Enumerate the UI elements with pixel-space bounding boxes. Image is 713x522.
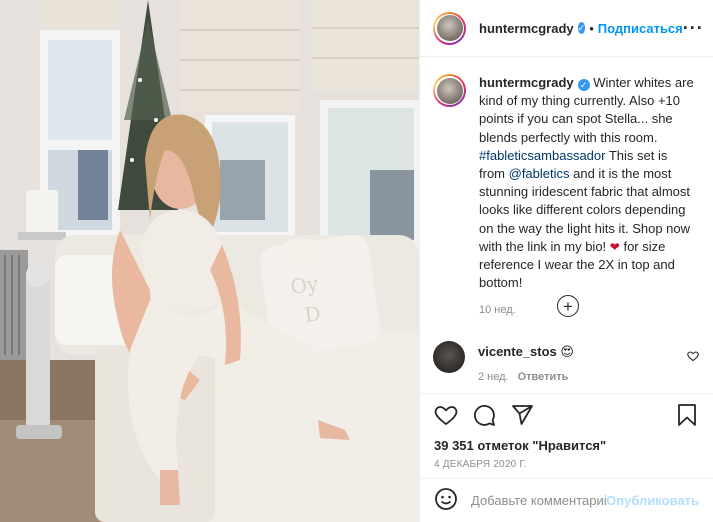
post-image: Oy D [0,0,419,522]
post-comment-button[interactable]: Опубликовать [606,493,699,508]
caption-time[interactable]: 10 нед. [479,304,699,316]
hashtag-link[interactable]: #fableticsambassador [479,148,605,163]
author-username[interactable]: huntermcgrady [479,21,574,36]
post-photo[interactable]: Oy D [0,0,419,522]
mention-link[interactable]: @fabletics [509,166,570,181]
author-avatar[interactable] [433,11,466,45]
comment-time[interactable]: 2 нед. [478,371,509,383]
smiley-icon[interactable] [434,487,458,514]
reply-button[interactable]: Ответить [518,371,569,383]
commenter-username[interactable]: vicente_stos [478,344,557,359]
avatar-image [436,15,463,41]
comment-icon[interactable] [472,403,496,427]
comment-text: 😍 [560,344,574,359]
likes-count[interactable]: 39 351 отметок "Нравится" [434,438,699,453]
comment-like-heart-icon[interactable] [687,350,699,365]
more-options-icon[interactable]: ··· [683,18,704,39]
caption: huntermcgrady ✓ Winter whites are kind of… [433,74,699,292]
post-header: huntermcgrady ✓ • Подписаться ··· [420,0,713,57]
post-actions: 39 351 отметок "Нравится" 4 ДЕКАБРЯ 2020… [420,393,713,473]
add-comment-bar: Опубликовать [420,478,713,522]
separator-dot: • [589,20,594,36]
commenter-avatar[interactable] [433,341,465,373]
caption-username[interactable]: huntermcgrady [479,75,574,90]
comment-input[interactable] [471,493,607,508]
red-heart-emoji-icon: ❤ [609,239,620,254]
post-side-panel: huntermcgrady ✓ • Подписаться ··· hunter… [419,0,713,522]
verified-badge-icon: ✓ [577,79,590,92]
svg-text:Oy: Oy [289,271,320,299]
heart-icon[interactable] [434,403,458,427]
share-icon[interactable] [510,403,534,427]
post-date: 4 ДЕКАБРЯ 2020 Г. [434,459,527,470]
plus-circle-icon[interactable]: + [557,295,579,317]
avatar-image [436,77,463,104]
svg-text:D: D [303,301,322,327]
caption-text: huntermcgrady ✓ Winter whites are kind of… [479,74,694,292]
bookmark-icon[interactable] [675,403,699,427]
comment-item: vicente_stos 😍 2 нед. Ответить [433,341,699,383]
caption-avatar[interactable] [433,74,466,107]
verified-badge-icon: ✓ [577,22,586,34]
comments-section: huntermcgrady ✓ Winter whites are kind of… [420,58,713,393]
follow-button[interactable]: Подписаться [598,21,683,36]
